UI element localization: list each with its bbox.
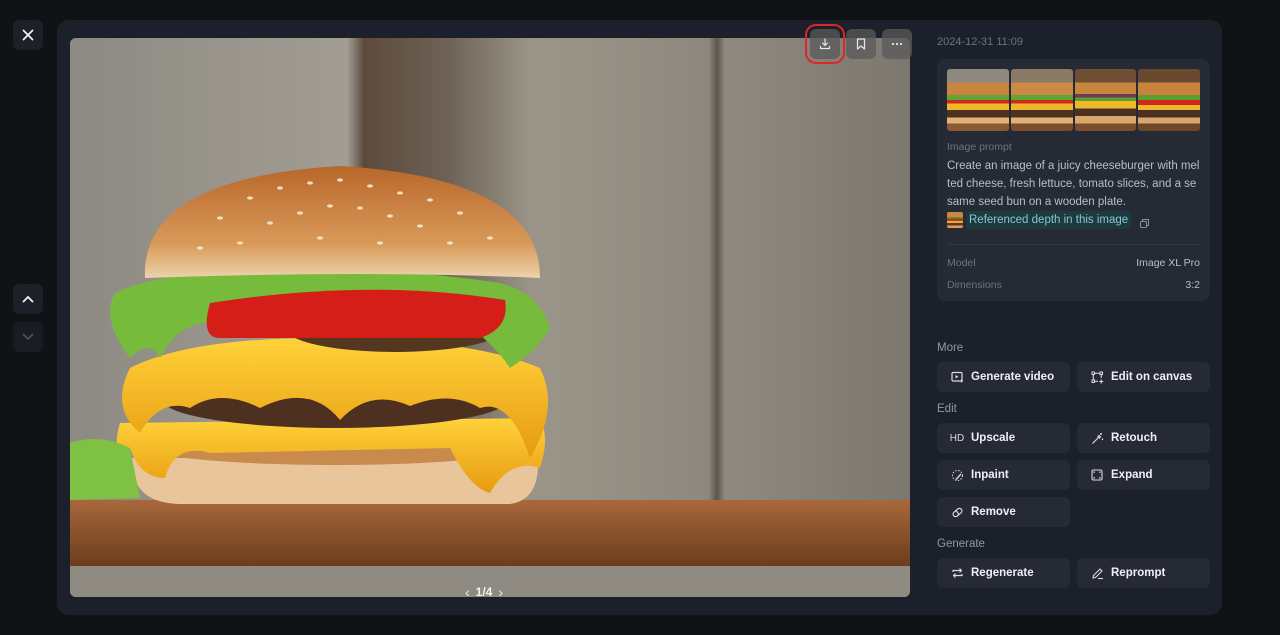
edit-on-canvas-button[interactable]: Edit on canvas [1077,362,1210,392]
reference-thumbnail [947,212,963,228]
pager-prev-icon[interactable]: ‹ [465,584,470,600]
info-card: Image prompt Create an image of a juicy … [937,59,1210,301]
upscale-button[interactable]: HD Upscale [937,423,1070,453]
canvas-icon [1090,370,1104,384]
pager-label: 1/4 [475,585,493,599]
button-label: Inpaint [971,469,1009,481]
previous-image-button[interactable] [13,284,43,314]
close-icon [22,29,34,41]
eraser-icon [950,505,964,519]
download-icon [819,38,831,50]
detail-dimensions: Dimensions 3:2 [947,279,1200,291]
wand-icon [1090,431,1104,445]
thumbnail-strip [947,69,1200,131]
button-label: Remove [971,506,1016,518]
hd-icon: HD [949,432,965,444]
button-label: Regenerate [971,567,1034,579]
chevron-down-icon [22,333,34,341]
generate-buttons: Regenerate Reprompt [937,558,1210,588]
main-image [70,38,910,597]
detail-key: Dimensions [947,279,1002,291]
image-toolbar [805,24,912,64]
detail-key: Model [947,257,976,269]
prompt-text: Create an image of a juicy cheeseburger … [947,160,1200,208]
remove-button[interactable]: Remove [937,497,1070,527]
regenerate-icon [950,566,964,580]
more-options-button[interactable] [882,29,912,59]
detail-value: 3:2 [1185,279,1200,291]
button-label: Upscale [971,432,1016,444]
close-button[interactable] [13,20,43,50]
regenerate-button[interactable]: Regenerate [937,558,1070,588]
thumbnail-2[interactable] [1010,69,1073,131]
expand-button[interactable]: Expand [1077,460,1210,490]
expand-icon [1090,468,1104,482]
prompt-text-block: Create an image of a juicy cheeseburger … [947,157,1200,234]
inpaint-icon [950,468,964,482]
pager-next-icon[interactable]: › [498,584,503,600]
thumbnail-1[interactable] [947,69,1009,131]
image-pager: ‹ 1/4 › [465,584,503,600]
reference-chip[interactable]: Referenced depth in this image [947,211,1132,229]
more-buttons: Generate video Edit on canvas [937,362,1210,392]
retouch-button[interactable]: Retouch [1077,423,1210,453]
burger-illustration [70,38,910,597]
bookmark-icon [856,38,866,50]
section-more-title: More [937,342,964,354]
button-label: Retouch [1111,432,1157,444]
button-label: Reprompt [1111,567,1166,579]
next-image-button[interactable] [13,322,43,352]
reprompt-button[interactable]: Reprompt [1077,558,1210,588]
inpaint-button[interactable]: Inpaint [937,460,1070,490]
chevron-up-icon [22,295,34,303]
prompt-label: Image prompt [947,141,1012,153]
video-icon [950,370,964,384]
detail-value: Image XL Pro [1136,257,1200,269]
thumbnail-3[interactable] [1074,69,1137,131]
details-sidebar: 2024-12-31 11:09 Image prompt Create an … [937,36,1210,599]
copy-icon[interactable] [1140,216,1150,234]
thumbnail-4[interactable] [1138,69,1200,131]
detail-model: Model Image XL Pro [947,257,1200,269]
edit-buttons: HD Upscale Retouch Inpaint Expand Remove [937,423,1210,527]
download-button[interactable] [805,24,845,64]
button-label: Generate video [971,371,1055,383]
generate-video-button[interactable]: Generate video [937,362,1070,392]
more-icon [891,42,903,46]
timestamp: 2024-12-31 11:09 [937,36,1024,48]
button-label: Expand [1111,469,1153,481]
reference-label[interactable]: Referenced depth in this image [966,211,1132,229]
pencil-icon [1090,566,1104,580]
divider [947,244,1200,245]
bookmark-button[interactable] [846,29,876,59]
section-generate-title: Generate [937,538,985,550]
section-edit-title: Edit [937,403,957,415]
button-label: Edit on canvas [1111,371,1193,383]
